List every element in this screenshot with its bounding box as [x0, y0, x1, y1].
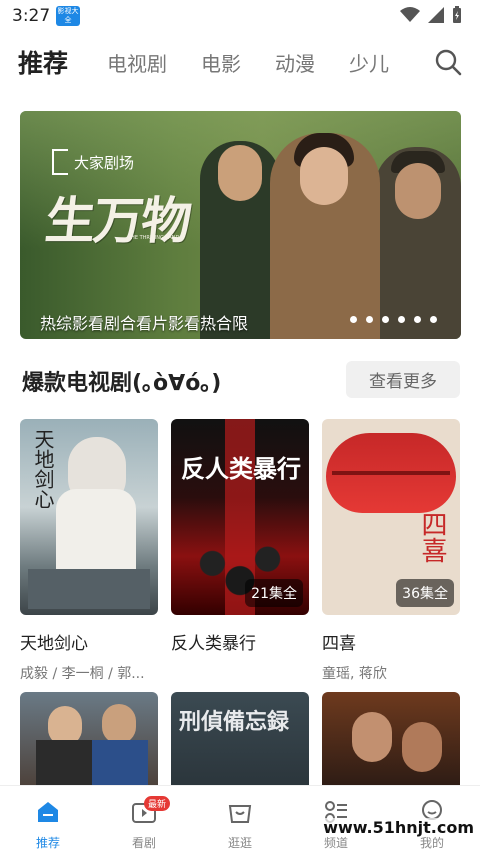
theater-logo-icon — [52, 149, 68, 175]
episode-badge: 36集全 — [396, 579, 454, 607]
banner-pagination[interactable] — [350, 316, 437, 323]
poster-title-text: 刑偵備忘録 — [179, 710, 290, 735]
banner-person-right — [375, 147, 461, 339]
pagination-dot[interactable] — [430, 316, 437, 323]
poster-title-text: 四喜 — [417, 511, 447, 563]
bottom-tab-label: 推荐 — [35, 836, 60, 850]
tab-recommend[interactable]: 推荐 — [18, 44, 68, 80]
banner-logo-text: 大家剧场 — [74, 153, 135, 172]
poster-image: 反人类暴行 21集全 — [171, 419, 309, 615]
wifi-icon — [400, 7, 420, 22]
tab-tv-series[interactable]: 电视剧 — [107, 48, 167, 77]
card-cast: 成毅 / 李一桐 / 郭... — [20, 666, 145, 682]
card-cast: 童瑶, 蒋欣 — [322, 666, 387, 682]
card-title: 天地剑心 — [20, 634, 88, 654]
status-bar: 3:27 影视大全 — [0, 0, 480, 32]
drama-card[interactable]: 刑偵備忘録 — [171, 692, 309, 792]
banner-subtitle: THE THRIVING LAND — [128, 235, 180, 241]
bag-icon — [228, 805, 252, 823]
poster-title-text: 反人类暴行 — [181, 455, 301, 483]
pagination-dot[interactable] — [398, 316, 405, 323]
drama-card[interactable] — [20, 692, 158, 792]
featured-banner[interactable]: 大家剧场 生万物 THE THRIVING LAND 热综影看剧合看片影看热合限 — [20, 111, 461, 339]
banner-title-art: 生万物 — [42, 191, 193, 250]
watermark: www.51hnjt.com — [323, 818, 474, 837]
bottom-tab-recommend[interactable]: 推荐 — [0, 786, 96, 854]
home-icon — [38, 802, 58, 822]
tab-movies[interactable]: 电影 — [201, 48, 241, 77]
status-time: 3:27 — [12, 6, 51, 26]
battery-icon — [453, 6, 461, 23]
status-icons — [400, 6, 462, 24]
signal-icon — [428, 7, 444, 23]
episode-badge: 21集全 — [245, 579, 303, 607]
view-more-button[interactable]: 查看更多 — [346, 361, 460, 398]
bottom-tab-watch[interactable]: 最新 看剧 — [96, 786, 192, 854]
pagination-dot[interactable] — [382, 316, 389, 323]
bottom-tab-explore[interactable]: 逛逛 — [192, 786, 288, 854]
poster-image: 四喜 36集全 — [322, 419, 460, 615]
tab-kids[interactable]: 少儿 — [349, 48, 389, 77]
pagination-dot[interactable] — [366, 316, 373, 323]
new-badge: 最新 — [144, 796, 171, 811]
pagination-dot[interactable] — [350, 316, 357, 323]
search-icon[interactable] — [434, 48, 462, 76]
card-title: 反人类暴行 — [171, 634, 256, 654]
tab-anime[interactable]: 动漫 — [275, 48, 315, 77]
banner-person-center — [270, 133, 380, 339]
poster-image: 天地剑心 — [20, 419, 158, 615]
card-title: 四喜 — [322, 634, 356, 654]
pagination-dot[interactable] — [414, 316, 421, 323]
bottom-tab-label: 看剧 — [131, 836, 156, 850]
banner-logo: 大家剧场 — [52, 149, 134, 175]
app-notification-icon: 影视大全 — [56, 6, 80, 26]
bottom-tab-label: 逛逛 — [227, 836, 252, 850]
banner-caption: 热综影看剧合看片影看热合限 — [40, 314, 249, 333]
section-title: 爆款电视剧(｡ò∀ó｡) — [22, 371, 222, 396]
category-tabs: 推荐 电视剧 电影 动漫 少儿 — [0, 40, 480, 88]
drama-card[interactable] — [322, 692, 460, 792]
